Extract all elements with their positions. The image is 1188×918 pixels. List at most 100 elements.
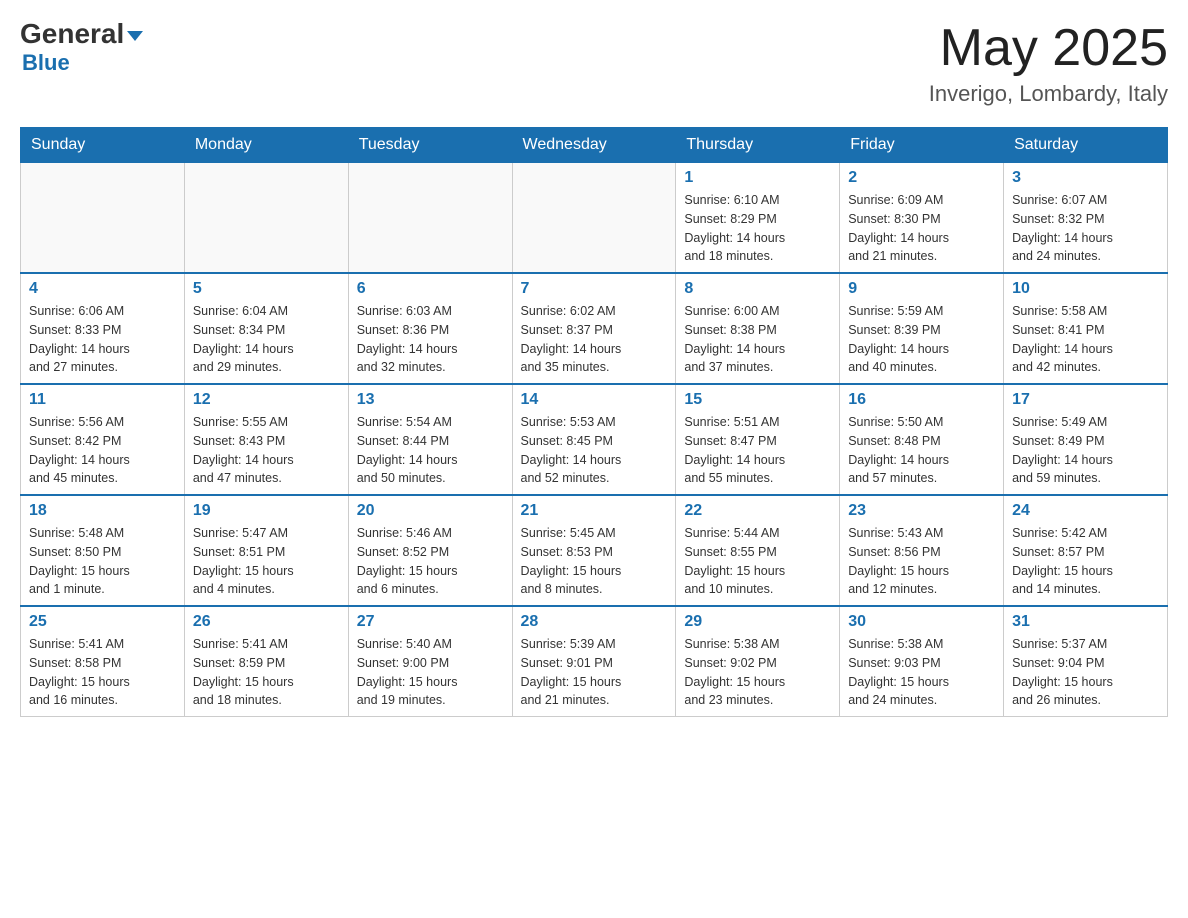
day-info: Sunrise: 5:40 AM Sunset: 9:00 PM Dayligh… bbox=[357, 635, 504, 710]
logo-general: General bbox=[20, 20, 143, 48]
calendar-cell: 15Sunrise: 5:51 AM Sunset: 8:47 PM Dayli… bbox=[676, 384, 840, 495]
day-number: 30 bbox=[848, 613, 995, 631]
calendar-cell: 18 Sunrise: 5:48 AM Sunset: 8:50 PM Dayli… bbox=[21, 495, 185, 606]
day-info: Sunrise: 6:10 AM Sunset: 8:29 PM Dayligh… bbox=[684, 191, 831, 266]
day-number: 5 bbox=[193, 280, 340, 298]
calendar-week-3: 11 Sunrise: 5:56 AM Sunset: 8:42 PM Dayli… bbox=[21, 384, 1168, 495]
day-info: Sunrise: 5:50 AM Sunset: 8:48 PM Dayligh… bbox=[848, 413, 995, 488]
day-info: Sunrise: 5:41 AM Sunset: 8:59 PM Dayligh… bbox=[193, 635, 340, 710]
calendar-cell: 12 Sunrise: 5:55 AM Sunset: 8:43 PM Dayli… bbox=[184, 384, 348, 495]
day-info: Sunrise: 5:45 AM Sunset: 8:53 PM Dayligh… bbox=[521, 524, 668, 599]
day-number: 12 bbox=[193, 391, 340, 409]
day-number: 7 bbox=[521, 280, 668, 298]
day-number: 17 bbox=[1012, 391, 1159, 409]
calendar-cell: 31 Sunrise: 5:37 AM Sunset: 9:04 PM Dayli… bbox=[1004, 606, 1168, 717]
day-number: 18 bbox=[29, 502, 176, 520]
day-info: Sunrise: 5:58 AM Sunset: 8:41 PM Dayligh… bbox=[1012, 302, 1159, 377]
weekday-header-monday: Monday bbox=[184, 128, 348, 163]
day-number: 2 bbox=[848, 169, 995, 187]
day-info: Sunrise: 6:00 AM Sunset: 8:38 PM Dayligh… bbox=[684, 302, 831, 377]
calendar-cell: 29 Sunrise: 5:38 AM Sunset: 9:02 PM Dayli… bbox=[676, 606, 840, 717]
day-info: Sunrise: 5:41 AM Sunset: 8:58 PM Dayligh… bbox=[29, 635, 176, 710]
day-number: 16 bbox=[848, 391, 995, 409]
month-title: May 2025 bbox=[929, 20, 1168, 77]
calendar-cell: 27 Sunrise: 5:40 AM Sunset: 9:00 PM Dayli… bbox=[348, 606, 512, 717]
weekday-header-sunday: Sunday bbox=[21, 128, 185, 163]
calendar-cell: 13 Sunrise: 5:54 AM Sunset: 8:44 PM Dayli… bbox=[348, 384, 512, 495]
calendar-cell: 14Sunrise: 5:53 AM Sunset: 8:45 PM Dayli… bbox=[512, 384, 676, 495]
day-info: Sunrise: 6:06 AM Sunset: 8:33 PM Dayligh… bbox=[29, 302, 176, 377]
day-number: 6 bbox=[357, 280, 504, 298]
day-number: 31 bbox=[1012, 613, 1159, 631]
day-info: Sunrise: 5:44 AM Sunset: 8:55 PM Dayligh… bbox=[684, 524, 831, 599]
header: General Blue May 2025 Inverigo, Lombardy… bbox=[20, 20, 1168, 107]
calendar-cell: 28 Sunrise: 5:39 AM Sunset: 9:01 PM Dayli… bbox=[512, 606, 676, 717]
calendar-week-1: 1 Sunrise: 6:10 AM Sunset: 8:29 PM Daylig… bbox=[21, 163, 1168, 274]
calendar-cell: 10 Sunrise: 5:58 AM Sunset: 8:41 PM Dayli… bbox=[1004, 273, 1168, 384]
day-number: 15 bbox=[684, 391, 831, 409]
day-info: Sunrise: 5:37 AM Sunset: 9:04 PM Dayligh… bbox=[1012, 635, 1159, 710]
calendar-cell bbox=[184, 163, 348, 274]
day-number: 27 bbox=[357, 613, 504, 631]
calendar-cell: 4 Sunrise: 6:06 AM Sunset: 8:33 PM Daylig… bbox=[21, 273, 185, 384]
day-number: 29 bbox=[684, 613, 831, 631]
calendar-cell: 16 Sunrise: 5:50 AM Sunset: 8:48 PM Dayli… bbox=[840, 384, 1004, 495]
calendar-cell: 1 Sunrise: 6:10 AM Sunset: 8:29 PM Daylig… bbox=[676, 163, 840, 274]
day-info: Sunrise: 5:56 AM Sunset: 8:42 PM Dayligh… bbox=[29, 413, 176, 488]
calendar-cell bbox=[348, 163, 512, 274]
day-info: Sunrise: 5:48 AM Sunset: 8:50 PM Dayligh… bbox=[29, 524, 176, 599]
weekday-header-row: SundayMondayTuesdayWednesdayThursdayFrid… bbox=[21, 128, 1168, 163]
calendar-cell: 30 Sunrise: 5:38 AM Sunset: 9:03 PM Dayli… bbox=[840, 606, 1004, 717]
day-info: Sunrise: 5:55 AM Sunset: 8:43 PM Dayligh… bbox=[193, 413, 340, 488]
day-number: 13 bbox=[357, 391, 504, 409]
logo-blue: Blue bbox=[22, 50, 70, 76]
calendar-cell: 7 Sunrise: 6:02 AM Sunset: 8:37 PM Daylig… bbox=[512, 273, 676, 384]
day-number: 1 bbox=[684, 169, 831, 187]
day-number: 9 bbox=[848, 280, 995, 298]
day-number: 25 bbox=[29, 613, 176, 631]
day-number: 11 bbox=[29, 391, 176, 409]
day-info: Sunrise: 6:04 AM Sunset: 8:34 PM Dayligh… bbox=[193, 302, 340, 377]
day-number: 14 bbox=[521, 391, 668, 409]
calendar-cell bbox=[512, 163, 676, 274]
calendar-cell: 2 Sunrise: 6:09 AM Sunset: 8:30 PM Daylig… bbox=[840, 163, 1004, 274]
day-number: 24 bbox=[1012, 502, 1159, 520]
day-info: Sunrise: 5:39 AM Sunset: 9:01 PM Dayligh… bbox=[521, 635, 668, 710]
day-number: 26 bbox=[193, 613, 340, 631]
day-info: Sunrise: 5:43 AM Sunset: 8:56 PM Dayligh… bbox=[848, 524, 995, 599]
day-number: 10 bbox=[1012, 280, 1159, 298]
day-info: Sunrise: 6:02 AM Sunset: 8:37 PM Dayligh… bbox=[521, 302, 668, 377]
calendar-week-5: 25 Sunrise: 5:41 AM Sunset: 8:58 PM Dayli… bbox=[21, 606, 1168, 717]
logo: General Blue bbox=[20, 20, 143, 76]
calendar-cell: 6 Sunrise: 6:03 AM Sunset: 8:36 PM Daylig… bbox=[348, 273, 512, 384]
day-info: Sunrise: 6:09 AM Sunset: 8:30 PM Dayligh… bbox=[848, 191, 995, 266]
day-info: Sunrise: 5:59 AM Sunset: 8:39 PM Dayligh… bbox=[848, 302, 995, 377]
title-block: May 2025 Inverigo, Lombardy, Italy bbox=[929, 20, 1168, 107]
calendar-cell: 5 Sunrise: 6:04 AM Sunset: 8:34 PM Daylig… bbox=[184, 273, 348, 384]
day-info: Sunrise: 6:03 AM Sunset: 8:36 PM Dayligh… bbox=[357, 302, 504, 377]
weekday-header-thursday: Thursday bbox=[676, 128, 840, 163]
day-info: Sunrise: 5:46 AM Sunset: 8:52 PM Dayligh… bbox=[357, 524, 504, 599]
day-info: Sunrise: 5:49 AM Sunset: 8:49 PM Dayligh… bbox=[1012, 413, 1159, 488]
calendar-cell: 19Sunrise: 5:47 AM Sunset: 8:51 PM Dayli… bbox=[184, 495, 348, 606]
day-number: 28 bbox=[521, 613, 668, 631]
location-title: Inverigo, Lombardy, Italy bbox=[929, 81, 1168, 107]
weekday-header-wednesday: Wednesday bbox=[512, 128, 676, 163]
day-number: 20 bbox=[357, 502, 504, 520]
day-info: Sunrise: 5:54 AM Sunset: 8:44 PM Dayligh… bbox=[357, 413, 504, 488]
calendar-cell: 25 Sunrise: 5:41 AM Sunset: 8:58 PM Dayli… bbox=[21, 606, 185, 717]
day-info: Sunrise: 5:38 AM Sunset: 9:03 PM Dayligh… bbox=[848, 635, 995, 710]
day-number: 23 bbox=[848, 502, 995, 520]
day-number: 8 bbox=[684, 280, 831, 298]
weekday-header-tuesday: Tuesday bbox=[348, 128, 512, 163]
calendar-cell: 9 Sunrise: 5:59 AM Sunset: 8:39 PM Daylig… bbox=[840, 273, 1004, 384]
calendar-cell: 3 Sunrise: 6:07 AM Sunset: 8:32 PM Daylig… bbox=[1004, 163, 1168, 274]
calendar-cell bbox=[21, 163, 185, 274]
day-info: Sunrise: 5:38 AM Sunset: 9:02 PM Dayligh… bbox=[684, 635, 831, 710]
day-number: 19 bbox=[193, 502, 340, 520]
day-number: 3 bbox=[1012, 169, 1159, 187]
day-number: 4 bbox=[29, 280, 176, 298]
calendar-cell: 23 Sunrise: 5:43 AM Sunset: 8:56 PM Dayli… bbox=[840, 495, 1004, 606]
day-info: Sunrise: 6:07 AM Sunset: 8:32 PM Dayligh… bbox=[1012, 191, 1159, 266]
weekday-header-saturday: Saturday bbox=[1004, 128, 1168, 163]
